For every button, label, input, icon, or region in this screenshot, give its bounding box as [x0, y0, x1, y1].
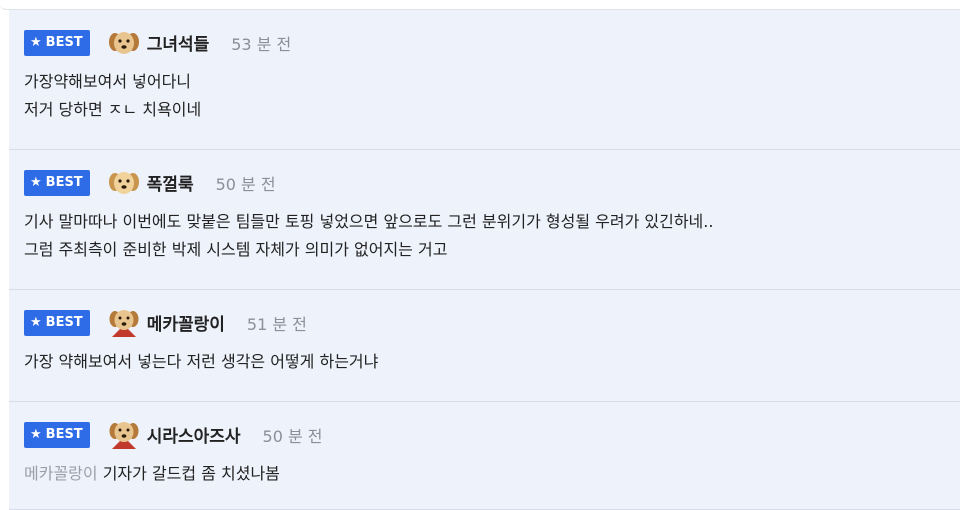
- best-badge: ★ BEST: [24, 169, 90, 196]
- comment-item: ★ BEST 메카꼴랑이 51 분 전 가장 약해보여서 넣는다 저런 생각은 …: [9, 290, 960, 402]
- star-icon: ★: [30, 427, 42, 442]
- comment-line: 그럼 주최측이 준비한 박제 시스템 자체가 의미가 없어지는 거고: [24, 240, 448, 259]
- comment-line: 메카꼴랑이 기자가 갈드컵 좀 치셨나봄: [24, 460, 960, 488]
- comment-line: 가장 약해보여서 넣는다 저런 생각은 어떻게 하는거냐: [24, 352, 379, 371]
- comment-line: 가장약해보여서 넣어다니: [24, 72, 192, 91]
- comment-meta: ★ BEST 그녀석들 53 분 전: [24, 27, 960, 58]
- comment-meta: ★ BEST 시라스아즈사 50 분 전: [24, 419, 960, 450]
- comment-author[interactable]: 메카꼴랑이: [147, 310, 225, 335]
- comment-text: 가장 약해보여서 넣는다 저런 생각은 어떻게 하는거냐: [24, 348, 960, 388]
- comment-time: 51 분 전: [246, 314, 307, 334]
- comment-time: 50 분 전: [262, 426, 323, 446]
- puppy-avatar-icon[interactable]: [107, 167, 141, 199]
- comment-meta: ★ BEST 폭껄룩 50 분 전: [24, 167, 960, 198]
- puppy-avatar-icon[interactable]: [107, 27, 141, 59]
- best-badge-label: BEST: [45, 427, 83, 442]
- comment-author[interactable]: 시라스아즈사: [147, 422, 241, 447]
- best-badge: ★ BEST: [24, 309, 90, 336]
- comment-author[interactable]: 그녀석들: [147, 30, 210, 55]
- best-comment-list: ★ BEST 그녀석들 53 분 전 가장약해보여서 넣어다니 저거 당하면 ㅈ…: [9, 10, 960, 510]
- comment-meta: ★ BEST 메카꼴랑이 51 분 전: [24, 307, 960, 338]
- previous-comment-edge: [0, 0, 960, 10]
- puppy-cape-avatar-icon[interactable]: [107, 419, 141, 451]
- best-badge: ★ BEST: [24, 29, 90, 56]
- best-badge-label: BEST: [45, 315, 83, 330]
- comment-item: ★ BEST 시라스아즈사 50 분 전 메카꼴랑이 기자가 갈드컵 좀 치셨나…: [9, 402, 960, 510]
- star-icon: ★: [30, 175, 42, 190]
- comment-time: 53 분 전: [231, 34, 292, 54]
- puppy-cape-avatar-icon[interactable]: [107, 307, 141, 339]
- star-icon: ★: [30, 315, 42, 330]
- comment-author[interactable]: 폭껄룩: [147, 170, 194, 195]
- comment-text: 가장약해보여서 넣어다니 저거 당하면 ㅈㄴ 치욕이네: [24, 68, 960, 136]
- comment-line: 기사 말마따나 이번에도 맞붙은 팀들만 토핑 넣었으면 앞으로도 그런 분위기…: [24, 212, 714, 231]
- comment-line: 저거 당하면 ㅈㄴ 치욕이네: [24, 100, 202, 119]
- reply-mention-link[interactable]: 메카꼴랑이: [24, 464, 98, 483]
- comment-time: 50 분 전: [215, 174, 276, 194]
- comment-text: 기사 말마따나 이번에도 맞붙은 팀들만 토핑 넣었으면 앞으로도 그런 분위기…: [24, 208, 960, 276]
- comment-line-text: 기자가 갈드컵 좀 치셨나봄: [102, 464, 280, 483]
- best-badge-label: BEST: [45, 175, 83, 190]
- star-icon: ★: [30, 35, 42, 50]
- comment-item: ★ BEST 폭껄룩 50 분 전 기사 말마따나 이번에도 맞붙은 팀들만 토…: [9, 150, 960, 290]
- best-badge: ★ BEST: [24, 421, 90, 448]
- comment-text: 메카꼴랑이 기자가 갈드컵 좀 치셨나봄: [24, 460, 960, 500]
- best-badge-label: BEST: [45, 35, 83, 50]
- comment-item: ★ BEST 그녀석들 53 분 전 가장약해보여서 넣어다니 저거 당하면 ㅈ…: [9, 10, 960, 150]
